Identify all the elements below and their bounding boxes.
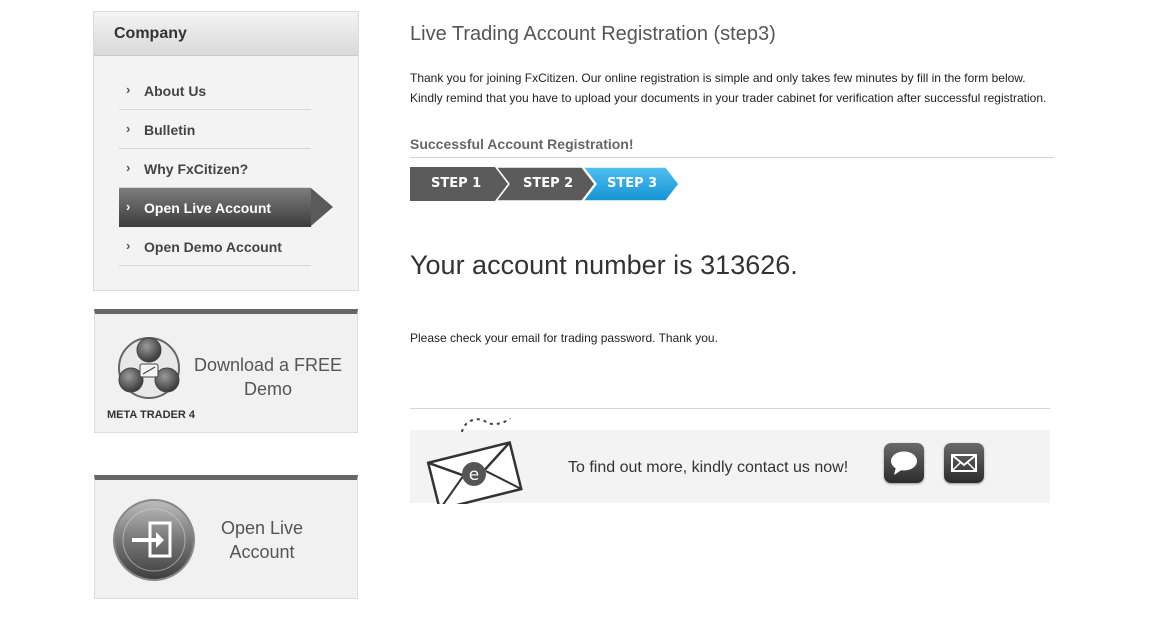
chevron-right-icon: › — [126, 199, 131, 214]
divider — [410, 408, 1050, 409]
contact-prompt-text: To find out more, kindly contact us now! — [568, 459, 849, 476]
step-1-label: STEP 1 — [431, 176, 482, 191]
open-live-line2: Account — [229, 542, 295, 562]
contact-bar: e To find out more, kindly contact us no… — [410, 418, 1050, 504]
download-demo-banner[interactable]: META TRADER 4 Download a FREE Demo — [94, 309, 358, 433]
intro-line-1: Thank you for joining FxCitizen. Our onl… — [410, 71, 1026, 85]
sidebar-item-open-live-account[interactable]: › Open Live Account — [119, 188, 333, 227]
sidebar-item-label: Bulletin — [144, 122, 196, 138]
account-number-text: Your account number is 313626. — [410, 250, 798, 280]
metatrader-caption: META TRADER 4 — [107, 409, 195, 421]
chevron-right-icon: › — [126, 238, 131, 253]
company-menu-box: Company › About Us › Bulletin › Why FxCi… — [93, 11, 359, 291]
chat-bubble-icon — [891, 451, 917, 475]
divider — [410, 157, 1054, 158]
open-live-account-text: Open Live Account — [207, 516, 317, 564]
sidebar-item-label: Why FxCitizen? — [144, 161, 249, 177]
open-live-account-banner[interactable]: Open Live Account — [94, 475, 358, 599]
sidebar-item-label: About Us — [144, 83, 207, 99]
step-progress: STEP 1 STEP 2 STEP 3 — [410, 167, 690, 201]
email-us-button[interactable] — [944, 443, 984, 483]
page-title: Live Trading Account Registration (step3… — [410, 23, 776, 45]
company-menu: › About Us › Bulletin › Why FxCitizen? ›… — [119, 71, 333, 266]
step-3-label: STEP 3 — [607, 176, 658, 191]
sidebar-item-bulletin[interactable]: › Bulletin — [119, 110, 311, 149]
mail-icon — [951, 454, 977, 472]
sidebar-item-open-demo-account[interactable]: › Open Demo Account — [119, 227, 311, 266]
metatrader-logo-icon — [118, 337, 180, 399]
check-email-text: Please check your email for trading pass… — [410, 331, 718, 345]
sidebar-item-label: Open Demo Account — [144, 239, 282, 255]
download-demo-line1: Download a FREE — [193, 355, 343, 375]
sidebar-item-label: Open Live Account — [144, 200, 272, 216]
sidebar-item-about-us[interactable]: › About Us — [119, 71, 311, 110]
chevron-right-icon: › — [126, 82, 131, 97]
download-demo-text: Download a FREE Demo — [193, 353, 343, 401]
company-menu-title: Company — [94, 12, 358, 56]
chevron-right-icon: › — [126, 121, 131, 136]
open-live-line1: Open Live — [220, 518, 304, 538]
chevron-right-icon: › — [126, 160, 131, 175]
sidebar-item-why-fxcitizen[interactable]: › Why FxCitizen? — [119, 149, 311, 188]
step-2-label: STEP 2 — [523, 176, 574, 191]
download-demo-line2: Demo — [243, 379, 292, 399]
success-heading: Successful Account Registration! — [410, 136, 634, 152]
svg-text:e: e — [469, 465, 479, 485]
intro-line-2: Kindly remind that you have to upload yo… — [410, 91, 1047, 105]
email-envelope-icon: e — [426, 418, 523, 504]
intro-text: Thank you for joining FxCitizen. Our onl… — [410, 68, 1055, 108]
live-chat-button[interactable] — [884, 443, 924, 483]
login-arrow-icon — [113, 499, 195, 581]
